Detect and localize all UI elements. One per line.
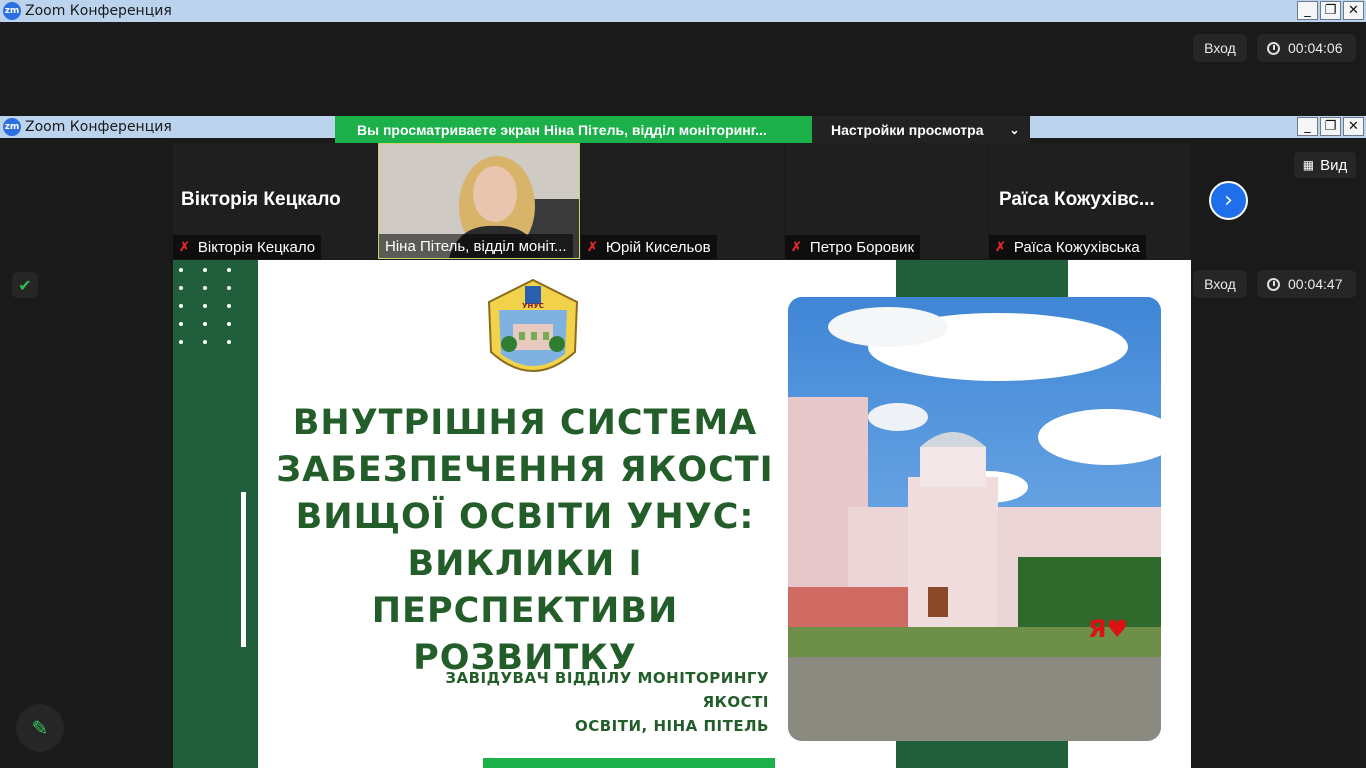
shield-check-icon[interactable]: ✔ (12, 272, 38, 298)
mic-off-icon: ✗ (995, 239, 1006, 254)
view-label: Вид (1320, 156, 1348, 174)
participant-tile[interactable]: Вікторія Кецкало ✗ Вікторія Кецкало (173, 143, 377, 259)
building-photo: Я♥ (788, 297, 1161, 741)
slide-subtitle-line: ОСВІТИ, НІНА ПІТЕЛЬ (574, 717, 769, 735)
participant-name-large: Раїса Кожухівс... (999, 189, 1155, 210)
slide-bottom-strip (483, 758, 775, 768)
restore-button[interactable]: ❐ (1320, 1, 1341, 20)
participant-label: ✗ Юрій Кисельов (581, 235, 717, 259)
share-banner: Вы просматриваете экран Ніна Пітель, від… (335, 116, 812, 143)
participant-label: ✗ Вікторія Кецкало (173, 235, 322, 259)
university-crest-icon: УНУС (487, 278, 579, 372)
zoom-logo-icon: zm (3, 2, 21, 20)
participant-tile[interactable]: ✗ Юрій Кисельов (581, 143, 784, 259)
participant-label-text: Вікторія Кецкало (197, 238, 316, 256)
exit-button-main[interactable]: Вход (1193, 270, 1247, 298)
participant-strip: Вікторія Кецкало ✗ Вікторія Кецкало Ніна … (173, 143, 1191, 259)
slide-title-line: ВИЩОЇ ОСВІТИ УНУС: (295, 497, 755, 537)
participant-label-text: Петро Боровик (809, 238, 915, 256)
participant-name-large: Вікторія Кецкало (181, 189, 341, 210)
meeting-timer-top: 00:04:06 (1257, 34, 1356, 62)
top-window-content (0, 22, 1366, 116)
meeting-timer-main: 00:04:47 (1257, 270, 1356, 298)
mic-off-icon: ✗ (179, 239, 190, 254)
participant-label-text: Ніна Пітель, відділ моніт... (385, 237, 567, 255)
clock-icon (1267, 41, 1280, 55)
participant-tile[interactable]: ✗ Петро Боровик (785, 143, 988, 259)
chevron-down-icon: ⌄ (1009, 122, 1020, 137)
participant-label-text: Раїса Кожухівська (1013, 238, 1140, 256)
pencil-icon[interactable]: ✎ (16, 704, 64, 752)
shared-screen-slide: УНУС ВНУТРІШНЯ СИСТЕМА ЗАБЕЗПЕЧЕННЯ ЯКОС… (173, 260, 1191, 768)
slide-title: ВНУТРІШНЯ СИСТЕМА ЗАБЕЗПЕЧЕННЯ ЯКОСТІ ВИ… (265, 400, 785, 682)
minimize-button[interactable]: _ (1297, 1, 1318, 20)
mic-off-icon: ✗ (791, 239, 802, 254)
view-settings-dropdown[interactable]: Настройки просмотра ⌄ (812, 116, 1030, 143)
chevron-right-icon: › (1224, 188, 1233, 213)
slide-subtitle-line: ЗАВІДУВАЧ ВІДДІЛУ МОНІТОРИНГУ ЯКОСТІ (445, 669, 769, 711)
crest-text: УНУС (522, 302, 544, 310)
participant-label: ✗ Петро Боровик (785, 235, 921, 259)
top-window-titlebar: zm Zoom Конференция _ ❐ ✕ (0, 0, 1366, 22)
top-window-title: Zoom Конференция (25, 3, 172, 19)
mic-off-icon: ✗ (587, 239, 598, 254)
view-button[interactable]: ▦ Вид (1294, 152, 1356, 178)
top-window-controls: _ ❐ ✕ (1297, 1, 1364, 20)
zoom-logo-icon: zm (3, 118, 21, 136)
grid-icon: ▦ (1302, 158, 1315, 172)
view-settings-label: Настройки просмотра (831, 121, 984, 138)
participant-video-tile[interactable]: Ніна Пітель, відділ моніт... (378, 143, 580, 259)
main-window-title: Zoom Конференция (25, 119, 172, 135)
slide-title-line: ВНУТРІШНЯ СИСТЕМА (292, 403, 758, 443)
participant-tile[interactable]: Раїса Кожухівс... ✗ Раїса Кожухівська (989, 143, 1191, 259)
timer-text: 00:04:47 (1288, 276, 1343, 292)
slide-title-line: ВИКЛИКИ І ПЕРСПЕКТИВИ (371, 544, 679, 631)
next-page-button[interactable]: › (1209, 181, 1248, 220)
timer-text: 00:04:06 (1288, 40, 1343, 56)
building-photo-image: Я♥ (788, 297, 1161, 741)
screen-share-bar: Вы просматриваете экран Ніна Пітель, від… (335, 116, 1030, 143)
clock-icon (1267, 277, 1280, 291)
participant-label-text: Юрій Кисельов (605, 238, 711, 256)
decorative-dots (179, 268, 251, 344)
close-button[interactable]: ✕ (1343, 117, 1364, 136)
restore-button[interactable]: ❐ (1320, 117, 1341, 136)
slide-subtitle: ЗАВІДУВАЧ ВІДДІЛУ МОНІТОРИНГУ ЯКОСТІ ОСВ… (383, 666, 769, 738)
participant-label: ✗ Раїса Кожухівська (989, 235, 1146, 259)
decorative-line (241, 492, 246, 647)
slide-title-line: ЗАБЕЗПЕЧЕННЯ ЯКОСТІ (276, 450, 774, 490)
svg-text:Я♥: Я♥ (1088, 615, 1128, 643)
participant-label: Ніна Пітель, відділ моніт... (379, 234, 573, 258)
close-button[interactable]: ✕ (1343, 1, 1364, 20)
main-window-controls: _ ❐ ✕ (1297, 117, 1364, 136)
exit-button-top[interactable]: Вход (1193, 34, 1247, 62)
minimize-button[interactable]: _ (1297, 117, 1318, 136)
